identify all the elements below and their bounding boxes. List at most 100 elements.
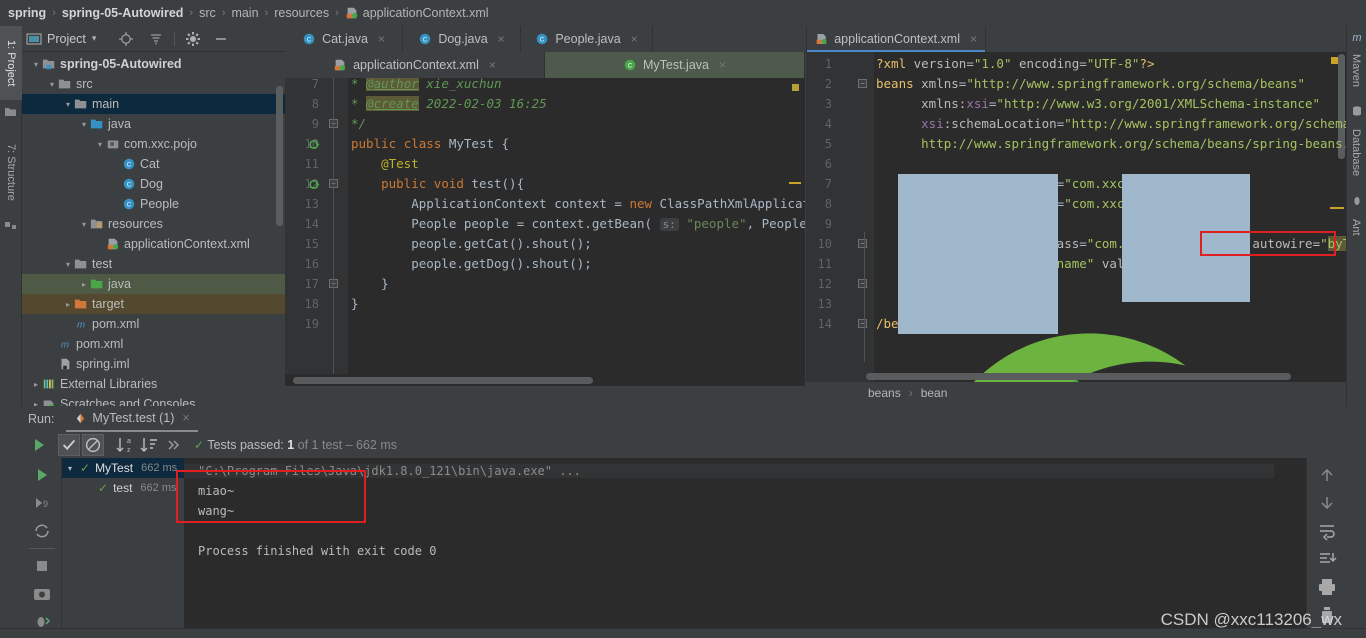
editor-tab-applicationcontext-xml[interactable]: applicationContext.xml × <box>285 52 545 78</box>
rail-tab-ant[interactable]: Ant <box>1346 210 1366 244</box>
tree-row-pom-xml[interactable]: m pom.xml <box>22 334 285 354</box>
tree-row-target[interactable]: ▸ target <box>22 294 285 314</box>
rail-tab-project[interactable]: 1: Project <box>0 26 22 100</box>
collapse-all-icon[interactable] <box>148 31 164 47</box>
scroll-down-icon[interactable] <box>1316 492 1338 514</box>
expand-arrow-icon[interactable]: ▾ <box>30 60 42 69</box>
hide-ignored-toggle[interactable] <box>82 434 104 456</box>
stop-icon[interactable] <box>31 555 53 577</box>
tree-row-people[interactable]: C People <box>22 194 285 214</box>
close-icon[interactable]: × <box>970 32 977 46</box>
scroll-up-icon[interactable] <box>1316 464 1338 486</box>
gutter-run-icon[interactable] <box>309 178 322 191</box>
sort-alphabetically-icon[interactable]: az <box>114 434 136 456</box>
tree-row-src[interactable]: ▾ src <box>22 74 285 94</box>
test-result-tree[interactable]: ▾ ✓ MyTest 662 ms ✓ test 662 ms <box>62 458 184 638</box>
test-tree-row[interactable]: ▾ ✓ MyTest 662 ms <box>62 458 184 478</box>
editor-tab-people-java[interactable]: C People.java × <box>521 26 653 52</box>
breadcrumb-item-3[interactable]: main <box>231 6 258 20</box>
scroll-to-end-icon[interactable] <box>1316 548 1338 570</box>
xml-editor-hscroll-thumb[interactable] <box>866 373 1291 380</box>
settings-gear-icon[interactable] <box>185 31 201 47</box>
java-editor-hscroll-thumb[interactable] <box>293 377 593 384</box>
toggle-auto-test-icon[interactable] <box>31 520 53 542</box>
expand-arrow-icon[interactable]: ▸ <box>62 300 74 309</box>
tree-row-spring-iml[interactable]: spring.iml <box>22 354 285 374</box>
code-structure-rail <box>333 78 334 374</box>
close-icon[interactable]: × <box>489 58 496 72</box>
tree-row-external-libraries[interactable]: ▸ External Libraries <box>22 374 285 394</box>
expand-arrow-icon[interactable]: ▾ <box>46 80 58 89</box>
tree-row-test[interactable]: ▾ test <box>22 254 285 274</box>
tree-row-java[interactable]: ▸ java <box>22 274 285 294</box>
java-editor[interactable]: 7 * @author xie_xuchun 8 * @create 2022-02-… <box>285 78 805 374</box>
xml-breadcrumb-child[interactable]: bean <box>921 386 948 400</box>
tree-row-pom-xml[interactable]: m pom.xml <box>22 314 285 334</box>
locate-icon[interactable] <box>118 31 134 47</box>
console-output[interactable]: "C:\Program Files\Java\jdk1.8.0_121\bin\… <box>184 458 1306 638</box>
tree-row-cat[interactable]: C Cat <box>22 154 285 174</box>
breadcrumb-item-0[interactable]: spring <box>8 6 46 20</box>
run-results-toolbar[interactable]: az ✓ Tests passed: 1 of 1 test – 662 ms <box>22 432 1346 458</box>
editor-tab-dog-java[interactable]: C Dog.java × <box>403 26 521 52</box>
expand-arrow-icon[interactable]: ▾ <box>78 120 90 129</box>
soft-wrap-icon[interactable] <box>1316 520 1338 542</box>
tree-row-scratches-and-consoles[interactable]: ▸ Scratches and Consoles <box>22 394 285 406</box>
xml-breadcrumb-root[interactable]: beans <box>868 386 901 400</box>
breadcrumb-item-1[interactable]: spring-05-Autowired <box>62 6 184 20</box>
xml-editor-hscrollbar[interactable] <box>866 370 1336 380</box>
breadcrumb-item-4[interactable]: resources <box>274 6 329 20</box>
print-icon[interactable] <box>1316 576 1338 598</box>
editor-tab-row-secondary[interactable]: applicationContext.xml × C MyTest.java × <box>285 52 805 78</box>
editor-tab-applicationcontext-xml[interactable]: applicationContext.xml × <box>806 26 986 52</box>
run-config-tab[interactable]: MyTest.test (1) × <box>66 406 198 432</box>
tree-row-com-xxc-pojo[interactable]: ▾ com.xxc.pojo <box>22 134 285 154</box>
xml-breadcrumb[interactable]: beans › bean <box>806 382 1346 404</box>
close-icon[interactable]: × <box>719 58 726 72</box>
chevron-down-icon[interactable]: ▾ <box>92 33 97 44</box>
run-icon[interactable] <box>28 434 50 456</box>
rail-tab-structure[interactable]: 7: Structure <box>0 130 22 214</box>
close-icon[interactable]: × <box>182 411 189 425</box>
spring-bean-gutter-icon[interactable] <box>832 237 1346 382</box>
close-icon[interactable]: × <box>498 32 505 46</box>
rerun-icon[interactable] <box>31 464 53 486</box>
warning-marker[interactable] <box>792 84 799 91</box>
xml-warning-marker[interactable] <box>1331 57 1338 64</box>
sort-by-duration-icon[interactable] <box>138 434 160 456</box>
run-left-toolbar[interactable]: 9 <box>22 458 62 638</box>
expand-arrow-icon[interactable]: ▾ <box>78 220 90 229</box>
rail-tab-database[interactable]: Database <box>1346 120 1366 186</box>
tree-row-dog[interactable]: C Dog <box>22 174 285 194</box>
editor-tab-row-primary[interactable]: C Cat.java × C Dog.java × C People.java × applica… <box>285 26 1346 52</box>
rail-tab-maven[interactable]: Maven <box>1346 46 1366 96</box>
expand-arrow-icon[interactable]: ▾ <box>94 140 106 149</box>
rerun-failed-icon[interactable]: 9 <box>31 492 53 514</box>
expand-arrow-icon[interactable]: ▸ <box>78 280 90 289</box>
project-tree-scrollbar[interactable] <box>276 86 283 226</box>
expand-arrow-icon[interactable]: ▾ <box>62 260 74 269</box>
expand-arrow-icon[interactable]: ▾ <box>68 464 80 473</box>
expand-arrow-icon[interactable]: ▸ <box>30 380 42 389</box>
xml-editor[interactable]: 1 ?xml version="1.0" encoding="UTF-8"?> 2 b… <box>806 52 1346 382</box>
tree-row-main[interactable]: ▾ main <box>22 94 285 114</box>
gutter-run-icon[interactable] <box>309 138 322 151</box>
tree-row-java[interactable]: ▾ java <box>22 114 285 134</box>
tree-row-resources[interactable]: ▾ resources <box>22 214 285 234</box>
java-editor-hscrollbar[interactable] <box>285 374 805 386</box>
screenshot-icon[interactable] <box>31 583 53 605</box>
editor-tab-mytest-java[interactable]: C MyTest.java × <box>545 52 805 78</box>
show-passed-toggle[interactable] <box>58 434 80 456</box>
tree-row-spring-05-autowired[interactable]: ▾ spring-05-Autowired <box>22 54 285 74</box>
more-options-icon[interactable] <box>162 434 184 456</box>
breadcrumb-item-2[interactable]: src <box>199 6 216 20</box>
hide-panel-icon[interactable] <box>213 31 229 47</box>
editor-tab-cat-java[interactable]: C Cat.java × <box>285 26 403 52</box>
close-icon[interactable]: × <box>631 32 638 46</box>
expand-arrow-icon[interactable]: ▾ <box>62 100 74 109</box>
close-icon[interactable]: × <box>378 32 385 46</box>
project-tree[interactable]: ▾ spring-05-Autowired ▾ src ▾ main ▾ java ▾ com.x… <box>22 52 285 406</box>
tree-row-applicationcontext-xml[interactable]: applicationContext.xml <box>22 234 285 254</box>
test-tree-row[interactable]: ✓ test 662 ms <box>62 478 184 498</box>
breadcrumb-item-5[interactable]: applicationContext.xml <box>363 6 489 20</box>
